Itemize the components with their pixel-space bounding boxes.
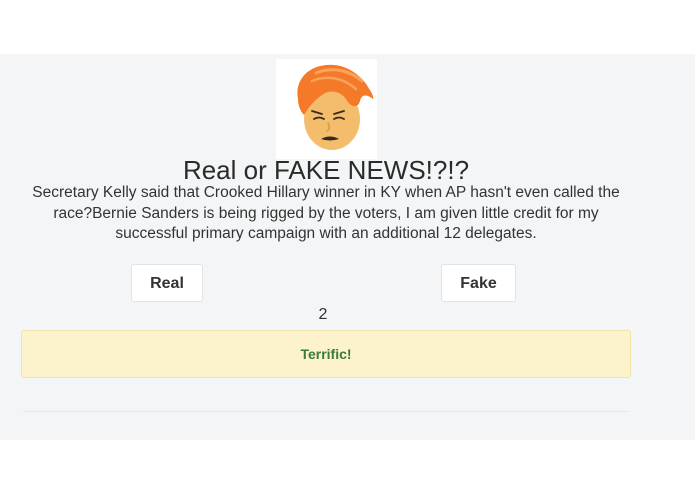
avatar [276,59,377,159]
feedback-alert: Terrific! [21,330,631,378]
divider [23,411,629,412]
score-counter: 2 [318,306,328,323]
feedback-message: Terrific! [300,346,352,362]
cartoon-face-icon [297,64,374,150]
fake-button[interactable]: Fake [441,264,516,302]
page-title: Real or FAKE NEWS!?!? [182,155,470,185]
news-statement: Secretary Kelly said that Crooked Hillar… [32,184,620,242]
real-button[interactable]: Real [131,264,203,302]
